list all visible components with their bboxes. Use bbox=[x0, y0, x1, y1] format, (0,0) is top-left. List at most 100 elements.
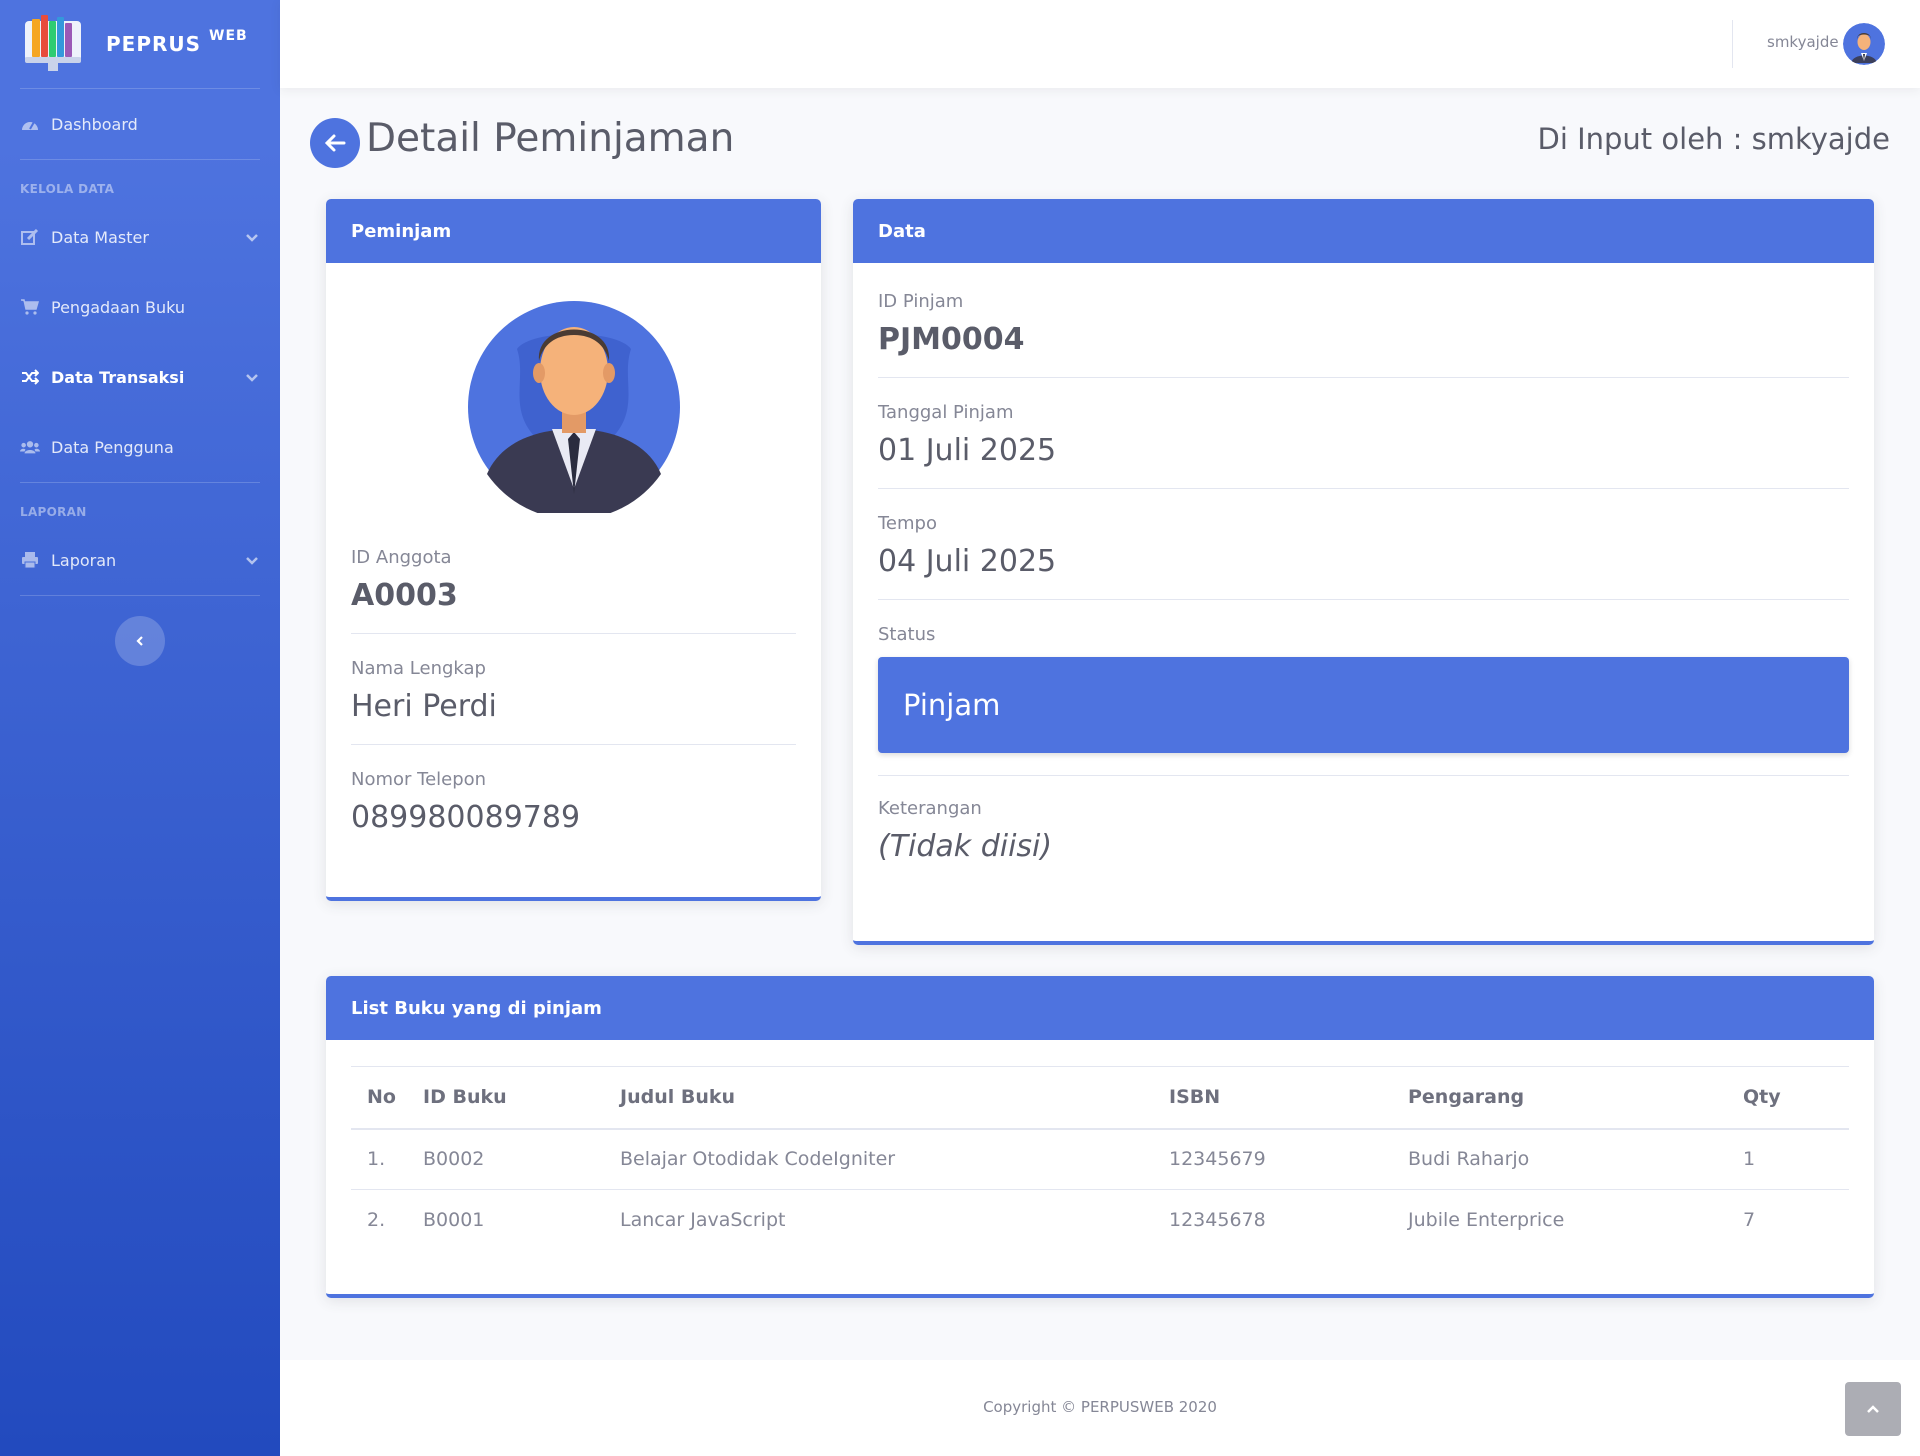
topbar-divider bbox=[1732, 20, 1733, 68]
field-value: (Tidak diisi) bbox=[878, 829, 1053, 864]
footer: Copyright © PERPUSWEB 2020 bbox=[280, 1360, 1920, 1456]
books-table: No ID Buku Judul Buku ISBN Pengarang Qty… bbox=[351, 1066, 1849, 1251]
arrow-left-icon bbox=[324, 134, 346, 152]
topbar: smkyajde bbox=[280, 0, 1920, 88]
users-icon bbox=[20, 439, 40, 455]
borrower-avatar bbox=[467, 289, 681, 520]
dashboard-gauge-icon bbox=[20, 116, 40, 132]
user-avatar[interactable] bbox=[1843, 23, 1885, 65]
table-row: 1. B0002 Belajar Otodidak CodeIgniter 12… bbox=[351, 1128, 1849, 1190]
field-keterangan: Keterangan (Tidak diisi) bbox=[853, 798, 1874, 864]
sidebar-item-data-pengguna[interactable]: Data Pengguna bbox=[0, 412, 280, 482]
separator bbox=[351, 633, 796, 634]
sidebar-item-pengadaan-buku[interactable]: Pengadaan Buku bbox=[0, 272, 280, 342]
field-label: Tanggal Pinjam bbox=[878, 402, 1014, 423]
sidebar-item-label: Data Master bbox=[51, 227, 149, 247]
sidebar-item-dashboard[interactable]: Dashboard bbox=[0, 89, 280, 159]
column-header: ISBN bbox=[1153, 1066, 1392, 1130]
field-nama-lengkap: Nama Lengkap Heri Perdi bbox=[326, 658, 821, 724]
brand-suffix: WEB bbox=[209, 28, 248, 44]
borrower-card: Peminjam ID Anggota A0003 Nama Lengkap H… bbox=[326, 199, 821, 901]
table-cell: Budi Raharjo bbox=[1392, 1128, 1727, 1190]
borrowed-books-card: List Buku yang di pinjam No ID Buku Judu… bbox=[326, 976, 1874, 1298]
separator bbox=[878, 488, 1849, 489]
sidebar-item-label: Data Pengguna bbox=[51, 437, 174, 457]
brand-name: PEPRUS WEB bbox=[106, 28, 248, 56]
table-cell: 1 bbox=[1727, 1128, 1849, 1190]
column-header: ID Buku bbox=[407, 1066, 604, 1130]
sidebar-item-label: Data Transaksi bbox=[51, 367, 185, 387]
column-header: Qty bbox=[1727, 1066, 1849, 1130]
table-row: 2. B0001 Lancar JavaScript 12345678 Jubi… bbox=[351, 1190, 1849, 1251]
scroll-to-top-button[interactable] bbox=[1845, 1382, 1901, 1436]
brand[interactable]: PEPRUS WEB bbox=[0, 0, 280, 88]
chevron-up-icon bbox=[1867, 1405, 1879, 1413]
chevron-left-icon bbox=[136, 636, 143, 646]
field-label: Status bbox=[878, 624, 936, 645]
page-title: Detail Peminjaman bbox=[366, 116, 735, 161]
shopping-cart-icon bbox=[20, 299, 40, 315]
sidebar-heading-laporan: LAPORAN bbox=[20, 505, 87, 519]
edit-icon bbox=[20, 229, 40, 245]
table-cell: 2. bbox=[367, 1209, 386, 1232]
sidebar-item-label: Pengadaan Buku bbox=[51, 297, 186, 317]
table-cell: Jubile Enterprice bbox=[1408, 1209, 1565, 1232]
copyright-text: Copyright © PERPUSWEB 2020 bbox=[983, 1398, 1217, 1416]
separator bbox=[878, 775, 1849, 776]
field-value: PJM0004 bbox=[878, 322, 1025, 357]
field-value: Heri Perdi bbox=[351, 689, 497, 724]
library-logo-icon bbox=[22, 13, 84, 75]
chevron-down-icon bbox=[246, 557, 258, 565]
card-header: Data bbox=[853, 199, 1874, 263]
chevron-down-icon bbox=[246, 374, 258, 382]
table-cell: B0001 bbox=[423, 1209, 485, 1232]
table-cell: 7 bbox=[1743, 1209, 1756, 1232]
separator bbox=[878, 377, 1849, 378]
sidebar-item-laporan[interactable]: Laporan bbox=[0, 525, 280, 595]
sidebar-toggle-button[interactable] bbox=[115, 616, 165, 666]
table-cell: 12345679 bbox=[1153, 1128, 1392, 1190]
field-label: Keterangan bbox=[878, 798, 982, 819]
sidebar-divider bbox=[20, 595, 260, 596]
column-header: Pengarang bbox=[1392, 1066, 1727, 1130]
column-header: Judul Buku bbox=[604, 1066, 1153, 1130]
field-label: ID Anggota bbox=[351, 547, 452, 568]
loan-data-card: Data ID Pinjam PJM0004 Tanggal Pinjam 01… bbox=[853, 199, 1874, 945]
field-value: 04 Juli 2025 bbox=[878, 544, 1057, 579]
field-value: 089980089789 bbox=[351, 800, 581, 835]
sidebar: PEPRUS WEB Dashboard KELOLA DATA Data Ma… bbox=[0, 0, 280, 1456]
field-label: Nama Lengkap bbox=[351, 658, 486, 679]
table-cell: Belajar Otodidak CodeIgniter bbox=[604, 1128, 1153, 1190]
input-by-label: Di Input oleh : smkyajde bbox=[1537, 122, 1890, 156]
table-cell: Lancar JavaScript bbox=[620, 1209, 786, 1232]
field-tempo: Tempo 04 Juli 2025 bbox=[853, 513, 1874, 579]
field-id-anggota: ID Anggota A0003 bbox=[326, 547, 821, 613]
table-header-row: No ID Buku Judul Buku ISBN Pengarang Qty bbox=[351, 1066, 1849, 1130]
user-name[interactable]: smkyajde bbox=[1767, 33, 1839, 51]
card-header: Peminjam bbox=[326, 199, 821, 263]
chevron-down-icon bbox=[246, 234, 258, 242]
field-value: A0003 bbox=[351, 578, 458, 613]
field-label: Tempo bbox=[878, 513, 937, 534]
sidebar-item-data-transaksi[interactable]: Data Transaksi bbox=[0, 342, 280, 412]
column-header: No bbox=[351, 1066, 407, 1130]
shuffle-icon bbox=[20, 369, 40, 385]
table-cell: 12345678 bbox=[1169, 1209, 1266, 1232]
table-cell: B0002 bbox=[407, 1128, 604, 1190]
brand-title: PEPRUS bbox=[106, 32, 202, 56]
print-icon bbox=[20, 552, 40, 568]
field-nomor-telepon: Nomor Telepon 089980089789 bbox=[326, 769, 821, 835]
field-label: Nomor Telepon bbox=[351, 769, 487, 790]
card-header: List Buku yang di pinjam bbox=[326, 976, 1874, 1040]
separator bbox=[878, 599, 1849, 600]
sidebar-item-label: Laporan bbox=[51, 550, 117, 570]
status-badge: Pinjam bbox=[878, 657, 1849, 753]
field-id-pinjam: ID Pinjam PJM0004 bbox=[853, 291, 1874, 357]
sidebar-heading-kelola-data: KELOLA DATA bbox=[20, 182, 115, 196]
field-tanggal-pinjam: Tanggal Pinjam 01 Juli 2025 bbox=[853, 402, 1874, 468]
field-value: 01 Juli 2025 bbox=[878, 433, 1057, 468]
table-cell: 1. bbox=[351, 1128, 407, 1190]
back-button[interactable] bbox=[310, 118, 360, 168]
field-status: Status bbox=[853, 624, 1874, 645]
sidebar-item-data-master[interactable]: Data Master bbox=[0, 202, 280, 272]
